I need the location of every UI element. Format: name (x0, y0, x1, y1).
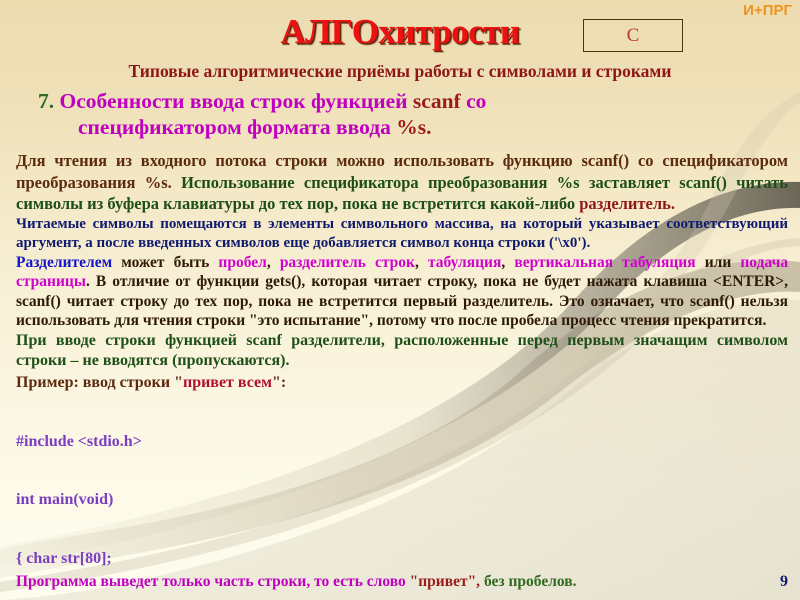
paragraph-leading-separators: При вводе строки функцией scanf разделит… (16, 331, 788, 369)
separators-dark-1: может быть (121, 253, 210, 271)
section-heading-line2-a: спецификатором формата ввода (78, 115, 391, 139)
section-heading-format-specifier: %s. (396, 115, 432, 139)
section-heading-line1-b: со (466, 89, 487, 113)
separators-comma-3: , (501, 253, 506, 271)
example-label: Пример: ввод строки "привет всем": (16, 373, 788, 393)
paragraph-array-storage: Читаемые символы помещаются в элементы с… (16, 215, 788, 251)
footer-output-string: "привет", (409, 573, 481, 590)
separators-comma-1: , (266, 253, 271, 271)
paragraph-intro: Для чтения из входного потока строки мож… (16, 150, 788, 215)
section-number: 7. (38, 89, 55, 113)
section-heading-code-scanf: scanf (412, 89, 461, 113)
separator-item-space: пробел (218, 253, 267, 271)
course-tag: И+ПРГ (743, 2, 792, 19)
slide-subtitle: Типовые алгоритмические приёмы работы с … (128, 61, 672, 81)
language-badge: C (583, 19, 683, 52)
example-label-prefix: Пример: ввод строки " (16, 373, 183, 391)
separators-comma-2: , (414, 253, 419, 271)
separator-item-tab: табуляция (427, 253, 502, 271)
section-heading-line2: спецификатором формата ввода %s. (38, 114, 778, 140)
slide-footer: Программа выведет только часть строки, т… (16, 573, 788, 591)
footer-conclusion: Программа выведет только часть строки, т… (16, 573, 774, 591)
separator-term: Разделителем (16, 253, 113, 271)
example-input-string: привет всем (182, 373, 273, 391)
slide-header: АЛГОхитрости C И+ПРГ (0, 0, 800, 62)
footer-conclusion-tail: без пробелов. (483, 573, 577, 590)
section-heading: 7. Особенности ввода строк функцией scan… (38, 88, 778, 140)
separator-item-newline: разделитель строк (279, 253, 415, 271)
example-label-suffix: ": (272, 373, 287, 391)
page-number: 9 (780, 573, 788, 590)
code-line: #include <stdio.h> (16, 432, 142, 450)
language-badge-label: C (626, 24, 640, 46)
code-line: int main(void) (16, 491, 114, 508)
slide-body: Для чтения из входного потока строки мож… (16, 150, 788, 600)
code-block: #include <stdio.h> int main(void) { char… (16, 393, 788, 600)
code-line: { char str[80]; (16, 549, 112, 567)
separators-dark-2: или (704, 253, 732, 271)
separator-item-vtab: вертикальная табуляция (514, 253, 696, 271)
paragraph-intro-separator-word: разделитель. (579, 194, 675, 213)
separators-dark-3: . В отличие от функции gets(), которая ч… (16, 273, 788, 329)
footer-conclusion-text: Программа выведет только часть строки, т… (16, 573, 406, 590)
paragraph-separators: Разделителем может быть пробел, разделит… (16, 253, 788, 331)
section-heading-line1-a: Особенности ввода строк функцией (59, 89, 408, 113)
slide-canvas: АЛГОхитрости C И+ПРГ Типовые алгоритмиче… (0, 0, 800, 600)
